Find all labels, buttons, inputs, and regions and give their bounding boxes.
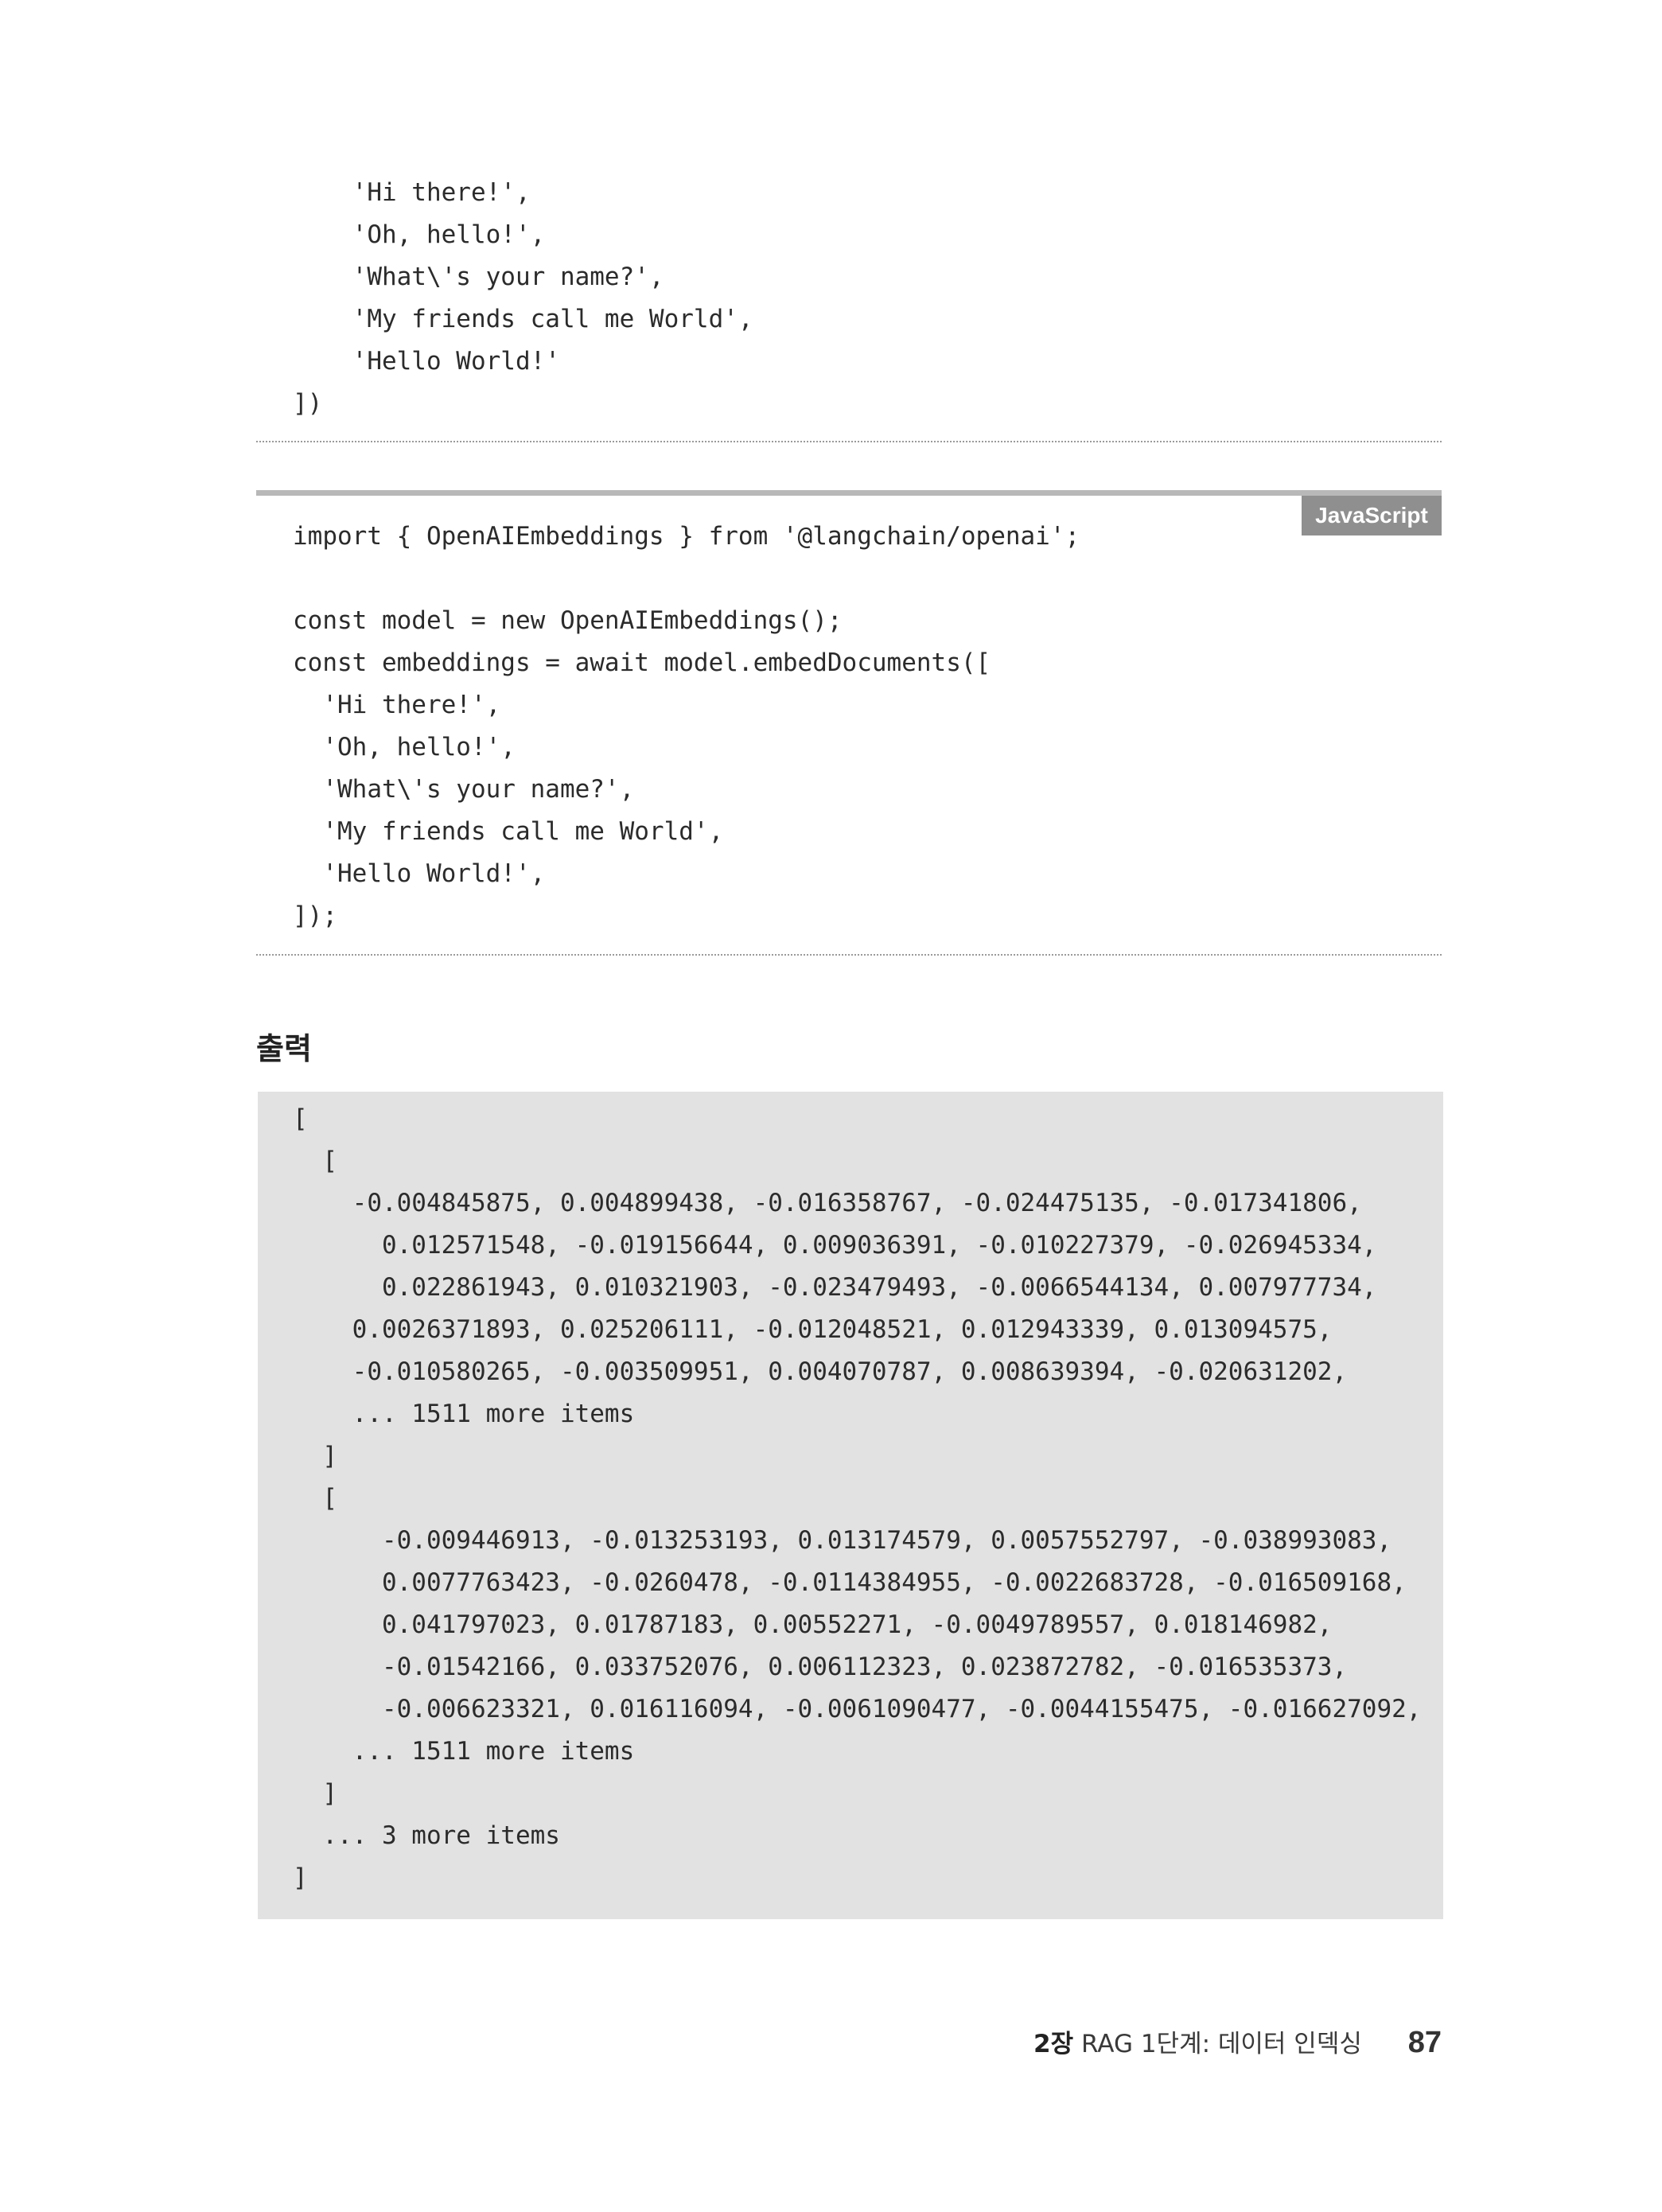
output-line: ] xyxy=(293,1863,308,1892)
output-line: -0.009446913, -0.013253193, 0.013174579,… xyxy=(293,1526,1392,1555)
code-line: import { OpenAIEmbeddings } from '@langc… xyxy=(293,522,1080,551)
output-line: ... 1511 more items xyxy=(293,1737,635,1766)
code-line: const model = new OpenAIEmbeddings(); xyxy=(293,606,843,635)
output-line: [ xyxy=(293,1147,337,1175)
output-heading: 출력 xyxy=(256,1031,312,1066)
code-line: ]); xyxy=(293,902,337,930)
code-line: 'Hi there!', xyxy=(293,691,501,719)
output-line: -0.006623321, 0.016116094, -0.0061090477… xyxy=(293,1695,1422,1723)
output-line: 0.022861943, 0.010321903, -0.023479493, … xyxy=(293,1273,1377,1302)
output-line: ] xyxy=(293,1779,337,1808)
output-line: -0.010580265, -0.003509951, 0.004070787,… xyxy=(293,1357,1348,1386)
code-line: ]) xyxy=(293,389,323,418)
output-line: ... 3 more items xyxy=(293,1821,560,1850)
page-number: 87 xyxy=(1407,2026,1442,2059)
page-footer: 2장 RAG 1단계: 데이터 인덱싱 87 xyxy=(1033,2023,1442,2062)
output-line: -0.01542166, 0.033752076, 0.006112323, 0… xyxy=(293,1653,1348,1681)
code-line: 'What\'s your name?', xyxy=(293,775,635,804)
code-line: 'Hi there!', xyxy=(293,178,531,207)
output-line: 0.0077763423, -0.0260478, -0.0114384955,… xyxy=(293,1568,1407,1597)
code-block-top-rule xyxy=(256,490,1442,496)
output-line: 0.012571548, -0.019156644, 0.009036391, … xyxy=(293,1231,1377,1260)
code-block-bottom-divider xyxy=(256,954,1442,956)
code-line: 'Hello World!', xyxy=(293,859,546,888)
code-line: 'What\'s your name?', xyxy=(293,263,664,291)
code-block-bottom-divider xyxy=(256,441,1442,442)
code-line: 'My friends call me World', xyxy=(293,305,753,333)
output-line: ] xyxy=(293,1442,337,1470)
output-line: 0.0026371893, 0.025206111, -0.012048521,… xyxy=(293,1315,1333,1344)
code-line: 'Oh, hello!', xyxy=(293,220,546,249)
output-line: -0.004845875, 0.004899438, -0.016358767,… xyxy=(293,1189,1362,1217)
output-line: [ xyxy=(293,1484,337,1513)
output-line: ... 1511 more items xyxy=(293,1400,635,1428)
language-badge: JavaScript xyxy=(1302,496,1442,535)
section-title: RAG 1단계: 데이터 인덱싱 xyxy=(1081,2030,1362,2058)
code-line: 'My friends call me World', xyxy=(293,817,724,846)
chapter-label: 2장 xyxy=(1033,2030,1074,2058)
code-line: 'Hello World!' xyxy=(293,347,560,376)
code-line: const embeddings = await model.embedDocu… xyxy=(293,648,991,677)
code-line: 'Oh, hello!', xyxy=(293,733,516,761)
output-line: 0.041797023, 0.01787183, 0.00552271, -0.… xyxy=(293,1610,1333,1639)
output-line: [ xyxy=(293,1104,308,1133)
